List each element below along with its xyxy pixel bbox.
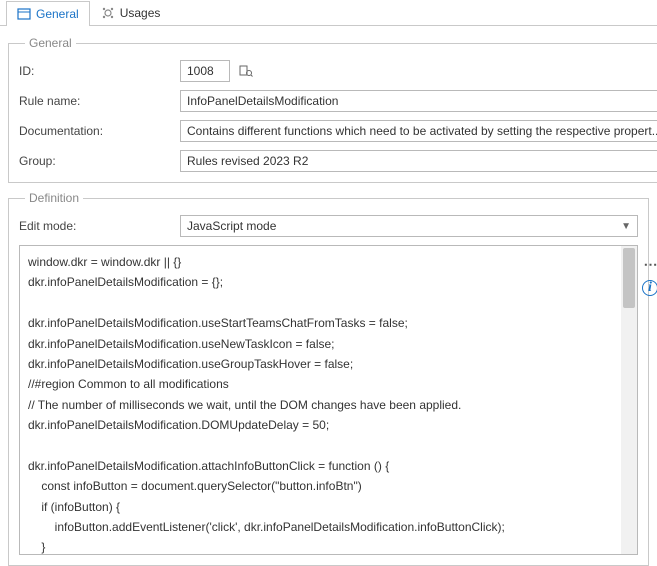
side-toolbar: ⋯ i	[641, 255, 657, 297]
group-value: Rules revised 2023 R2	[187, 154, 308, 168]
definition-legend: Definition	[25, 191, 83, 205]
rule-name-input[interactable]	[180, 90, 657, 112]
scrollbar-thumb[interactable]	[623, 248, 635, 308]
documentation-value: Contains different functions which need …	[187, 124, 657, 138]
code-editor-wrap: window.dkr = window.dkr || {} dkr.infoPa…	[19, 245, 638, 555]
id-lookup-icon[interactable]	[236, 61, 256, 81]
group-label: Group:	[19, 154, 174, 168]
id-label: ID:	[19, 64, 174, 78]
group-select[interactable]: Rules revised 2023 R2 ▼	[180, 150, 657, 172]
tab-usages[interactable]: Usages	[90, 0, 172, 25]
definition-group: Definition Edit mode: JavaScript mode ▼ …	[8, 191, 649, 566]
id-input[interactable]	[180, 60, 230, 82]
edit-mode-label: Edit mode:	[19, 219, 174, 233]
usages-icon	[101, 6, 115, 20]
rule-name-label: Rule name:	[19, 94, 174, 108]
info-button[interactable]: i	[641, 279, 657, 297]
chevron-down-icon: ▼	[621, 221, 631, 232]
tab-bar: General Usages	[0, 0, 657, 26]
general-icon	[17, 7, 31, 21]
tab-usages-label: Usages	[120, 6, 161, 20]
code-editor[interactable]: window.dkr = window.dkr || {} dkr.infoPa…	[20, 246, 621, 554]
more-options-button[interactable]: ⋯	[641, 255, 657, 273]
tab-general[interactable]: General	[6, 1, 90, 26]
general-group: General ID: Rule name: 文A Documentation:…	[8, 36, 657, 183]
general-legend: General	[25, 36, 76, 50]
edit-mode-select[interactable]: JavaScript mode ▼	[180, 215, 638, 237]
tab-general-label: General	[36, 7, 79, 21]
documentation-select[interactable]: Contains different functions which need …	[180, 120, 657, 142]
edit-mode-value: JavaScript mode	[187, 219, 276, 233]
documentation-label: Documentation:	[19, 124, 174, 138]
scrollbar[interactable]	[621, 246, 637, 554]
